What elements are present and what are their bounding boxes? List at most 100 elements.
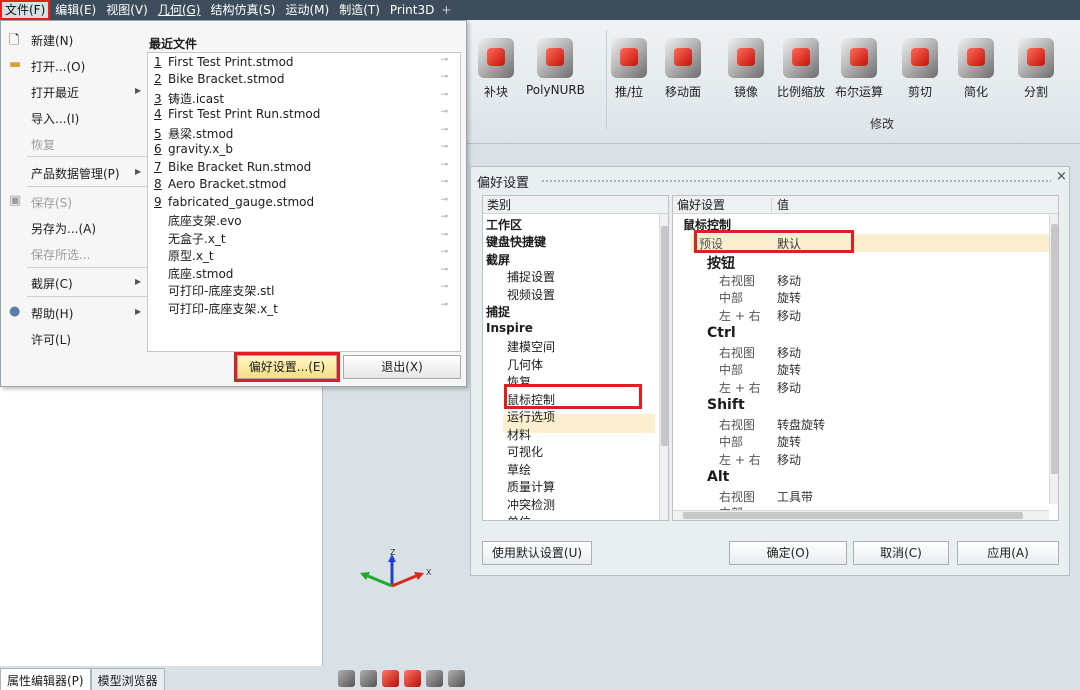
setting-value[interactable]: 移动: [777, 379, 801, 396]
pin-icon[interactable]: ⊸: [440, 125, 448, 135]
list-item[interactable]: 6 gravity.x_b ⊸: [154, 142, 454, 156]
menu-geometry[interactable]: 几何(G): [153, 0, 206, 20]
exit-button[interactable]: 退出(X): [343, 355, 461, 379]
category-item[interactable]: 建模空间: [507, 338, 555, 355]
preset-value[interactable]: 默认: [777, 235, 801, 252]
settings-scrollbar[interactable]: [1049, 214, 1058, 504]
list-item[interactable]: 底座支架.evo ⊸: [154, 212, 454, 229]
mirror-tool-button[interactable]: 镜像: [728, 38, 764, 100]
pin-icon[interactable]: ⊸: [440, 282, 448, 292]
list-item[interactable]: 底座.stmod ⊸: [154, 265, 454, 282]
pin-icon[interactable]: ⊸: [440, 72, 448, 82]
simplify-tool-button[interactable]: 简化: [958, 38, 994, 100]
scrollbar-thumb[interactable]: [661, 226, 668, 446]
setting-value[interactable]: 移动: [777, 272, 801, 289]
pin-icon[interactable]: ⊸: [440, 90, 448, 100]
setting-value[interactable]: 旋转: [777, 289, 801, 306]
apply-button[interactable]: 应用(A): [957, 541, 1059, 565]
split-tool-button[interactable]: 分割: [1018, 38, 1054, 100]
category-item[interactable]: 质量计算: [507, 478, 555, 495]
tab-model-browser[interactable]: 模型浏览器: [90, 668, 165, 690]
close-icon[interactable]: ×: [1056, 169, 1067, 184]
menu-import[interactable]: 导入...(I): [31, 110, 79, 127]
category-item[interactable]: 材料: [507, 426, 531, 443]
menu-print3d[interactable]: Print3D: [385, 0, 439, 20]
menu-license[interactable]: 许可(L): [31, 331, 71, 348]
list-item[interactable]: 可打印-底座支架.x_t ⊸: [154, 300, 454, 317]
setting-value[interactable]: 移动: [777, 451, 801, 468]
ok-button[interactable]: 确定(O): [729, 541, 847, 565]
scrollbar-thumb[interactable]: [1051, 224, 1058, 474]
boolean-tool-button[interactable]: 布尔运算: [835, 38, 883, 100]
category-item[interactable]: 视频设置: [507, 286, 555, 303]
view-cube-icon[interactable]: [338, 670, 355, 687]
list-item[interactable]: 9 fabricated_gauge.stmod ⊸: [154, 195, 454, 209]
settings-hscrollbar[interactable]: [673, 510, 1049, 520]
menu-view[interactable]: 视图(V): [101, 0, 153, 20]
camera-icon[interactable]: [360, 670, 377, 687]
list-item[interactable]: 4 First Test Print Run.stmod ⊸: [154, 107, 454, 121]
category-item[interactable]: 运行选项: [507, 408, 555, 425]
category-item[interactable]: 捕捉设置: [507, 268, 555, 285]
pin-icon[interactable]: ⊸: [440, 177, 448, 187]
menu-edit[interactable]: 编辑(E): [50, 0, 101, 20]
menu-pdm[interactable]: 产品数据管理(P): [31, 165, 120, 182]
tab-property-editor[interactable]: 属性编辑器(P): [0, 668, 91, 690]
category-item[interactable]: 工作区: [486, 216, 522, 233]
menu-save-as[interactable]: 另存为...(A): [31, 220, 96, 237]
category-item[interactable]: 捕捉: [486, 303, 510, 320]
category-item[interactable]: 单位: [507, 513, 531, 520]
pin-icon[interactable]: ⊸: [440, 195, 448, 205]
category-item[interactable]: 截屏: [486, 251, 510, 268]
pin-icon[interactable]: ⊸: [440, 55, 448, 65]
move-face-tool-button[interactable]: 移动面: [665, 38, 701, 100]
setting-value[interactable]: 工具带: [777, 488, 813, 505]
category-item[interactable]: 恢复: [507, 373, 531, 390]
title-grip[interactable]: [541, 179, 1051, 183]
list-item[interactable]: 无盒子.x_t ⊸: [154, 230, 454, 247]
setting-value[interactable]: 移动: [777, 307, 801, 324]
category-item-mouse-control[interactable]: 鼠标控制: [507, 391, 555, 408]
push-pull-tool-button[interactable]: 推/拉: [611, 38, 647, 100]
zoom-icon[interactable]: [426, 670, 443, 687]
list-item[interactable]: 可打印-底座支架.stl ⊸: [154, 282, 454, 299]
list-item[interactable]: 原型.x_t ⊸: [154, 247, 454, 264]
cut-tool-button[interactable]: 剪切: [902, 38, 938, 100]
patch-tool-button[interactable]: 补块: [478, 38, 514, 100]
add-tab-icon[interactable]: +: [441, 3, 451, 17]
list-item[interactable]: 7 Bike Bracket Run.stmod ⊸: [154, 160, 454, 174]
menu-help[interactable]: 帮助(H): [31, 305, 73, 322]
setting-value[interactable]: 移动: [777, 344, 801, 361]
category-item[interactable]: 几何体: [507, 356, 543, 373]
setting-value[interactable]: 旋转: [777, 433, 801, 450]
pin-icon[interactable]: ⊸: [440, 160, 448, 170]
category-item[interactable]: 可视化: [507, 443, 543, 460]
cancel-button[interactable]: 取消(C): [853, 541, 949, 565]
pin-icon[interactable]: ⊸: [440, 247, 448, 257]
scrollbar-thumb[interactable]: [683, 512, 1023, 519]
setting-value[interactable]: 旋转: [777, 361, 801, 378]
pin-icon[interactable]: ⊸: [440, 212, 448, 222]
section-icon[interactable]: [404, 670, 421, 687]
category-item[interactable]: 草绘: [507, 461, 531, 478]
fit-view-icon[interactable]: [448, 670, 465, 687]
menu-motion[interactable]: 运动(M): [280, 0, 334, 20]
list-item[interactable]: 5 悬梁.stmod ⊸: [154, 125, 454, 142]
polynurbs-tool-button[interactable]: PolyNURB: [526, 38, 585, 97]
menu-screenshot[interactable]: 截屏(C): [31, 275, 73, 292]
category-scrollbar[interactable]: [659, 214, 668, 520]
menu-structure-sim[interactable]: 结构仿真(S): [205, 0, 280, 20]
select-filter-icon[interactable]: [382, 670, 399, 687]
list-item[interactable]: 3 铸造.icast ⊸: [154, 90, 454, 107]
category-item[interactable]: Inspire: [486, 321, 533, 335]
category-item[interactable]: 键盘快捷键: [486, 233, 546, 250]
pin-icon[interactable]: ⊸: [440, 300, 448, 310]
list-item[interactable]: 1 First Test Print.stmod ⊸: [154, 55, 454, 69]
menu-open[interactable]: 打开...(O): [31, 58, 85, 75]
scale-tool-button[interactable]: 比例缩放: [777, 38, 825, 100]
menu-manufacture[interactable]: 制造(T): [334, 0, 385, 20]
menu-open-recent[interactable]: 打开最近: [31, 84, 79, 101]
use-defaults-button[interactable]: 使用默认设置(U): [482, 541, 592, 565]
menu-new[interactable]: 新建(N): [31, 32, 73, 49]
preferences-button[interactable]: 偏好设置...(E): [237, 355, 337, 379]
